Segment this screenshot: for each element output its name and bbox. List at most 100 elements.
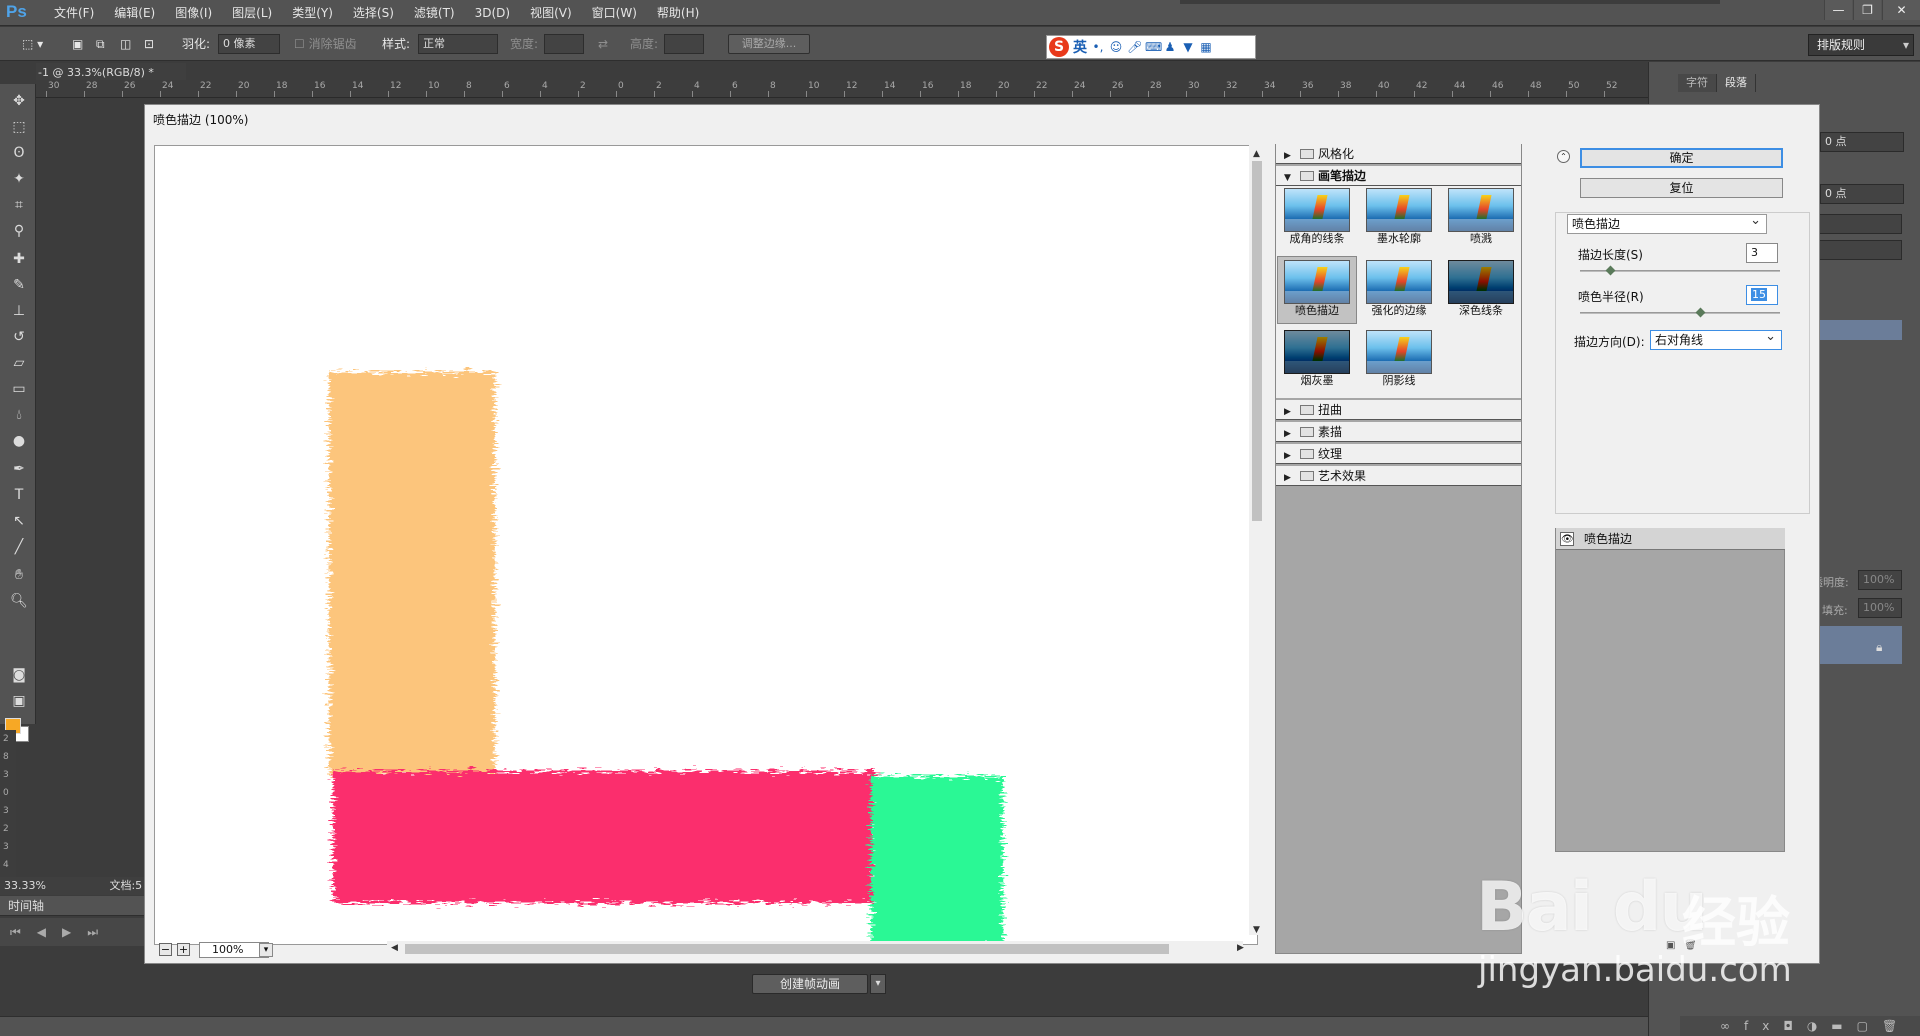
- thumb-crosshatch[interactable]: [1366, 330, 1432, 374]
- thumb-ink-outlines[interactable]: [1366, 188, 1432, 232]
- keyboard-icon[interactable]: ⌨: [1145, 40, 1162, 54]
- gradient-icon[interactable]: ▭: [8, 378, 30, 400]
- ime-mode[interactable]: 英: [1073, 37, 1087, 57]
- close-icon[interactable]: ✕: [1882, 0, 1920, 20]
- user-icon[interactable]: ♟: [1163, 40, 1177, 54]
- eraser-icon[interactable]: ▱: [8, 352, 30, 374]
- magic-wand-icon[interactable]: ✦: [8, 168, 30, 190]
- type-tool-icon[interactable]: T: [8, 484, 30, 506]
- indent-field-2[interactable]: 0 点: [1820, 184, 1904, 204]
- eye-icon[interactable]: 👁︎: [1560, 532, 1574, 546]
- restore-icon[interactable]: ❐: [1853, 0, 1881, 20]
- punct-icon[interactable]: •,: [1091, 40, 1105, 54]
- thumb-spatter[interactable]: [1448, 188, 1514, 232]
- ok-button[interactable]: 确定: [1580, 148, 1783, 168]
- thumb-accented-edges[interactable]: [1366, 260, 1432, 304]
- scroll-right-icon[interactable]: ▶: [1237, 943, 1244, 953]
- refine-edge-button[interactable]: 调整边缘...: [728, 34, 810, 54]
- menu-filter[interactable]: 滤镜(T): [404, 0, 465, 26]
- menu-view[interactable]: 视图(V): [520, 0, 582, 26]
- effect-list-scrollbar[interactable]: [1786, 528, 1800, 852]
- marquee-icon[interactable]: ⬚: [8, 116, 30, 138]
- thumb-angled-strokes[interactable]: [1284, 188, 1350, 232]
- reset-button[interactable]: 复位: [1580, 178, 1783, 198]
- path-select-icon[interactable]: ↖: [8, 510, 30, 532]
- blur-icon[interactable]: 💧︎: [8, 404, 30, 426]
- effect-layer-item[interactable]: 喷色描边: [1556, 528, 1785, 550]
- scroll-left-icon[interactable]: ◀: [391, 943, 398, 953]
- zoom-out-icon[interactable]: −: [159, 943, 172, 956]
- menu-edit[interactable]: 编辑(E): [104, 0, 165, 26]
- opacity-field[interactable]: 100%: [1858, 570, 1902, 590]
- smile-icon[interactable]: ☺: [1109, 40, 1123, 54]
- create-frame-animation-button[interactable]: 创建帧动画: [752, 974, 868, 994]
- line-icon[interactable]: ╱: [8, 536, 30, 558]
- timeline-controls[interactable]: ⏮◀▶⏭: [0, 918, 146, 946]
- selected-layer[interactable]: [1818, 626, 1902, 664]
- width-input[interactable]: [544, 34, 584, 54]
- panel-highlight[interactable]: [1818, 320, 1902, 340]
- menu-type[interactable]: 类型(Y): [282, 0, 343, 26]
- menu-layer[interactable]: 图层(L): [222, 0, 282, 26]
- healing-brush-icon[interactable]: ✚: [8, 248, 30, 270]
- thumb-dark-strokes[interactable]: [1448, 260, 1514, 304]
- new-selection-icon[interactable]: ▣: [72, 34, 83, 54]
- filter-preview[interactable]: [154, 145, 1258, 945]
- tab-character[interactable]: 字符: [1678, 74, 1717, 92]
- screen-mode-icon[interactable]: ▣: [8, 690, 30, 712]
- hand-icon[interactable]: ✋︎: [8, 564, 30, 586]
- stroke-length-input[interactable]: 3: [1746, 243, 1778, 263]
- category-sketch[interactable]: ▶ 素描: [1276, 422, 1521, 442]
- lasso-icon[interactable]: ʘ: [8, 142, 30, 164]
- minimize-icon[interactable]: —: [1824, 0, 1852, 20]
- menu-window[interactable]: 窗口(W): [582, 0, 647, 26]
- preview-horizontal-thumb[interactable]: [405, 944, 1169, 954]
- fill-field[interactable]: 100%: [1858, 598, 1902, 618]
- swap-icon[interactable]: ⇄: [598, 34, 608, 54]
- menu-select[interactable]: 选择(S): [343, 0, 404, 26]
- zoom-status[interactable]: 33.33%: [4, 879, 46, 892]
- scroll-down-icon[interactable]: ▼: [1253, 925, 1260, 935]
- subtract-selection-icon[interactable]: ◫: [120, 34, 131, 54]
- panel-select-1[interactable]: [1818, 214, 1902, 234]
- tab-paragraph[interactable]: 段落: [1717, 74, 1756, 92]
- category-brush-strokes[interactable]: ▼ 画笔描边: [1276, 166, 1521, 186]
- zoom-icon[interactable]: 🔍︎: [8, 590, 30, 612]
- collapse-gallery-icon[interactable]: ⌃: [1557, 150, 1570, 163]
- timeline-tab[interactable]: 时间轴: [0, 896, 146, 916]
- dodge-icon[interactable]: ●: [8, 430, 30, 452]
- antialias-checkbox[interactable]: ☐ 消除锯齿: [294, 34, 357, 54]
- feather-input[interactable]: 0 像素: [218, 34, 280, 54]
- workspace-select[interactable]: 排版规则: [1808, 34, 1914, 56]
- sogou-icon[interactable]: S: [1049, 37, 1069, 57]
- move-tool-icon[interactable]: ✥: [8, 90, 30, 112]
- thumb-sumi-e[interactable]: [1284, 330, 1350, 374]
- menu-3d[interactable]: 3D(D): [465, 0, 520, 26]
- stroke-direction-select[interactable]: 右对角线: [1650, 328, 1782, 350]
- menu-file[interactable]: 文件(F): [44, 0, 104, 26]
- mic-icon[interactable]: 🎤︎: [1127, 40, 1142, 54]
- indent-field-1[interactable]: 0 点: [1820, 132, 1904, 152]
- scroll-up-icon[interactable]: ▲: [1253, 149, 1260, 159]
- quick-mask-icon[interactable]: ◙: [8, 664, 30, 686]
- stamp-icon[interactable]: ⊥: [8, 300, 30, 322]
- crop-icon[interactable]: ⌗: [8, 194, 30, 216]
- eyedropper-icon[interactable]: ⚲: [8, 220, 30, 242]
- category-artistic[interactable]: ▶ 艺术效果: [1276, 466, 1521, 486]
- grid-icon[interactable]: ▦: [1199, 40, 1213, 54]
- panel-select-2[interactable]: [1818, 240, 1902, 260]
- style-select[interactable]: 正常: [418, 34, 498, 54]
- category-stylize[interactable]: ▶ 风格化: [1276, 144, 1521, 164]
- category-texture[interactable]: ▶ 纹理: [1276, 444, 1521, 464]
- spray-radius-slider[interactable]: [1580, 312, 1780, 314]
- category-distort[interactable]: ▶ 扭曲: [1276, 400, 1521, 420]
- history-brush-icon[interactable]: ↺: [8, 326, 30, 348]
- marquee-tool-icon[interactable]: ⬚ ▾: [22, 34, 43, 54]
- intersect-selection-icon[interactable]: ⊡: [144, 34, 154, 54]
- brush-icon[interactable]: ✎: [8, 274, 30, 296]
- layers-footer-icons[interactable]: ∞fx◘◑▬▢🗑︎: [1680, 1016, 1920, 1036]
- preview-vertical-thumb[interactable]: [1252, 161, 1262, 521]
- height-input[interactable]: [664, 34, 704, 54]
- pen-icon[interactable]: ✒: [8, 458, 30, 480]
- shirt-icon[interactable]: ▼: [1181, 40, 1195, 54]
